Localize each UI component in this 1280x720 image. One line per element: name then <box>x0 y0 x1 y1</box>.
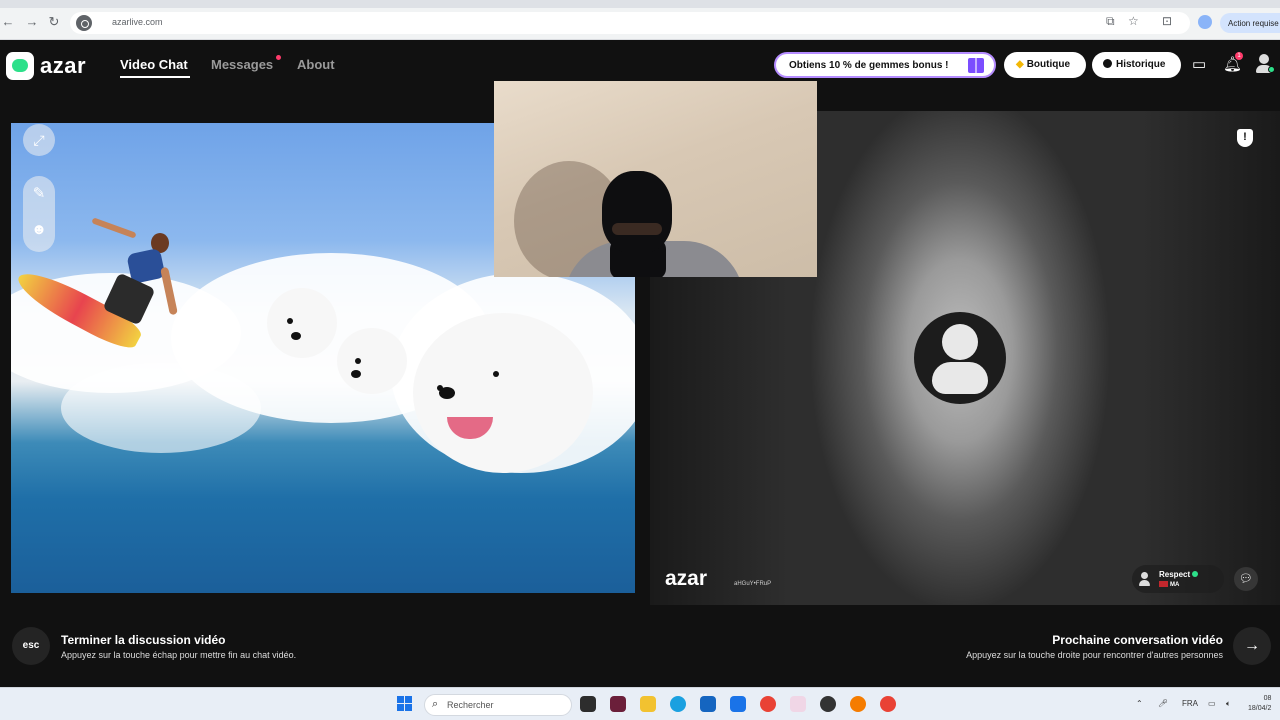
inbox-icon[interactable]: ▭ <box>1192 57 1206 73</box>
back-icon[interactable]: ← <box>0 14 16 30</box>
address-bar[interactable]: azarlive.com <box>70 12 1190 34</box>
peer-name: Respect <box>1159 570 1199 579</box>
windows-start-icon[interactable] <box>397 696 413 712</box>
azar-logo-icon <box>6 52 34 80</box>
messages-unread-dot <box>276 55 281 60</box>
nav-video-chat[interactable]: Video Chat <box>120 57 188 72</box>
azar-logo[interactable]: azar <box>6 52 86 80</box>
bookmark-star-icon[interactable]: ☆ <box>1128 14 1139 28</box>
next-chat-title: Prochaine conversation vidéo <box>1052 633 1223 647</box>
bonus-gems-promo-button[interactable]: Obtiens 10 % de gemmes bonus ! <box>774 52 996 78</box>
store-icon[interactable] <box>700 696 716 712</box>
peer-profile-tag[interactable]: Respect MA <box>1132 565 1224 593</box>
url-text: azarlive.com <box>112 17 163 27</box>
volume-icon[interactable]: 🔈︎ <box>1226 699 1231 709</box>
site-info-icon[interactable] <box>76 15 92 31</box>
shop-label: Boutique <box>1026 59 1071 70</box>
active-nav-indicator <box>120 76 190 78</box>
azar-watermark: azar <box>665 567 708 590</box>
next-chat-hint: Appuyez sur la touche droite pour rencon… <box>966 650 1223 660</box>
microphone-app-icon[interactable] <box>850 696 866 712</box>
windows-taskbar: ⌕ Rechercher ⌃ 🎤︎ FRA ▭ 🔈︎ 08 18/04/2 <box>0 687 1280 720</box>
online-status-dot <box>1268 66 1275 73</box>
gift-icon <box>968 58 984 73</box>
notification-badge: 1 <box>1235 52 1243 60</box>
surfer-image <box>81 217 191 353</box>
app-icon[interactable] <box>610 696 626 712</box>
task-view-icon[interactable] <box>580 696 596 712</box>
watermark-id: aHGuY•FRuP <box>734 581 772 587</box>
nav-messages[interactable]: Messages <box>211 57 273 72</box>
peer-country: MA <box>1159 581 1179 588</box>
taskbar-search-box[interactable]: ⌕ Rechercher <box>424 694 572 716</box>
big-dog-image <box>413 313 593 473</box>
small-dog-image <box>267 288 337 358</box>
edge-icon[interactable] <box>670 696 686 712</box>
tab-strip <box>0 0 1280 8</box>
call-controls-footer: esc Terminer la discussion vidéo Appuyez… <box>0 605 1280 687</box>
file-explorer-icon[interactable] <box>640 696 656 712</box>
history-button[interactable]: Historique <box>1092 52 1181 78</box>
search-label: Rechercher <box>447 700 494 710</box>
search-icon: ⌕ <box>432 698 439 710</box>
report-shield-icon[interactable]: ! <box>1237 129 1253 147</box>
morocco-flag-icon <box>1159 581 1168 587</box>
chrome-icon[interactable] <box>760 696 776 712</box>
peer-avatar-icon <box>1138 572 1150 586</box>
app-icon[interactable] <box>730 696 746 712</box>
browser-toolbar: ← → ↻ azarlive.com ⧉ ☆ ⊡ Action requise <box>0 0 1280 40</box>
nav-about[interactable]: About <box>297 57 335 72</box>
extensions-icon[interactable]: ⊡ <box>1162 14 1172 28</box>
verified-badge-icon <box>1192 571 1199 577</box>
end-chat-title: Terminer la discussion vidéo <box>61 633 226 647</box>
profile-avatar[interactable] <box>1198 15 1212 29</box>
face-filter-icon[interactable]: ☻ <box>25 216 53 244</box>
tray-mic-icon[interactable]: 🎤︎ <box>1158 699 1168 708</box>
system-clock[interactable]: 08 18/04/2 <box>1248 694 1271 714</box>
chrome-icon[interactable] <box>880 696 896 712</box>
clock-icon <box>1103 59 1112 68</box>
language-indicator[interactable]: FRA <box>1182 699 1198 708</box>
end-chat-hint: Appuyez sur la touche échap pour mettre … <box>61 650 297 660</box>
action-required-button[interactable]: Action requise <box>1220 13 1280 33</box>
promo-label: Obtiens 10 % de gemmes bonus ! <box>789 60 949 71</box>
middle-dog-image <box>337 328 407 394</box>
reload-icon[interactable]: ↻ <box>46 14 62 30</box>
chrome-active-icon[interactable] <box>790 696 806 712</box>
next-chat-arrow-button[interactable]: → <box>1233 627 1271 665</box>
app-icon[interactable] <box>820 696 836 712</box>
history-label: Historique <box>1116 59 1166 70</box>
gem-icon: ◆ <box>1016 59 1024 70</box>
self-camera-preview <box>494 81 817 277</box>
user-avatar[interactable] <box>1255 54 1275 74</box>
chat-bubble-icon[interactable]: 💬︎ <box>1234 567 1258 591</box>
effects-toolbar: ✎ ☻ <box>23 176 55 252</box>
expand-icon[interactable]: ⤢ <box>23 124 55 156</box>
network-icon[interactable]: ▭ <box>1208 699 1216 708</box>
end-chat-esc-button[interactable]: esc <box>12 627 50 665</box>
forward-icon[interactable]: → <box>24 14 40 30</box>
install-app-icon[interactable]: ⧉ <box>1106 14 1115 28</box>
logo-text: azar <box>40 53 87 78</box>
shop-button[interactable]: ◆ Boutique <box>1004 52 1086 78</box>
magic-wand-icon[interactable]: ✎ <box>25 180 53 208</box>
anonymous-user-icon <box>914 312 1006 404</box>
tray-chevron-icon[interactable]: ⌃ <box>1136 699 1143 708</box>
